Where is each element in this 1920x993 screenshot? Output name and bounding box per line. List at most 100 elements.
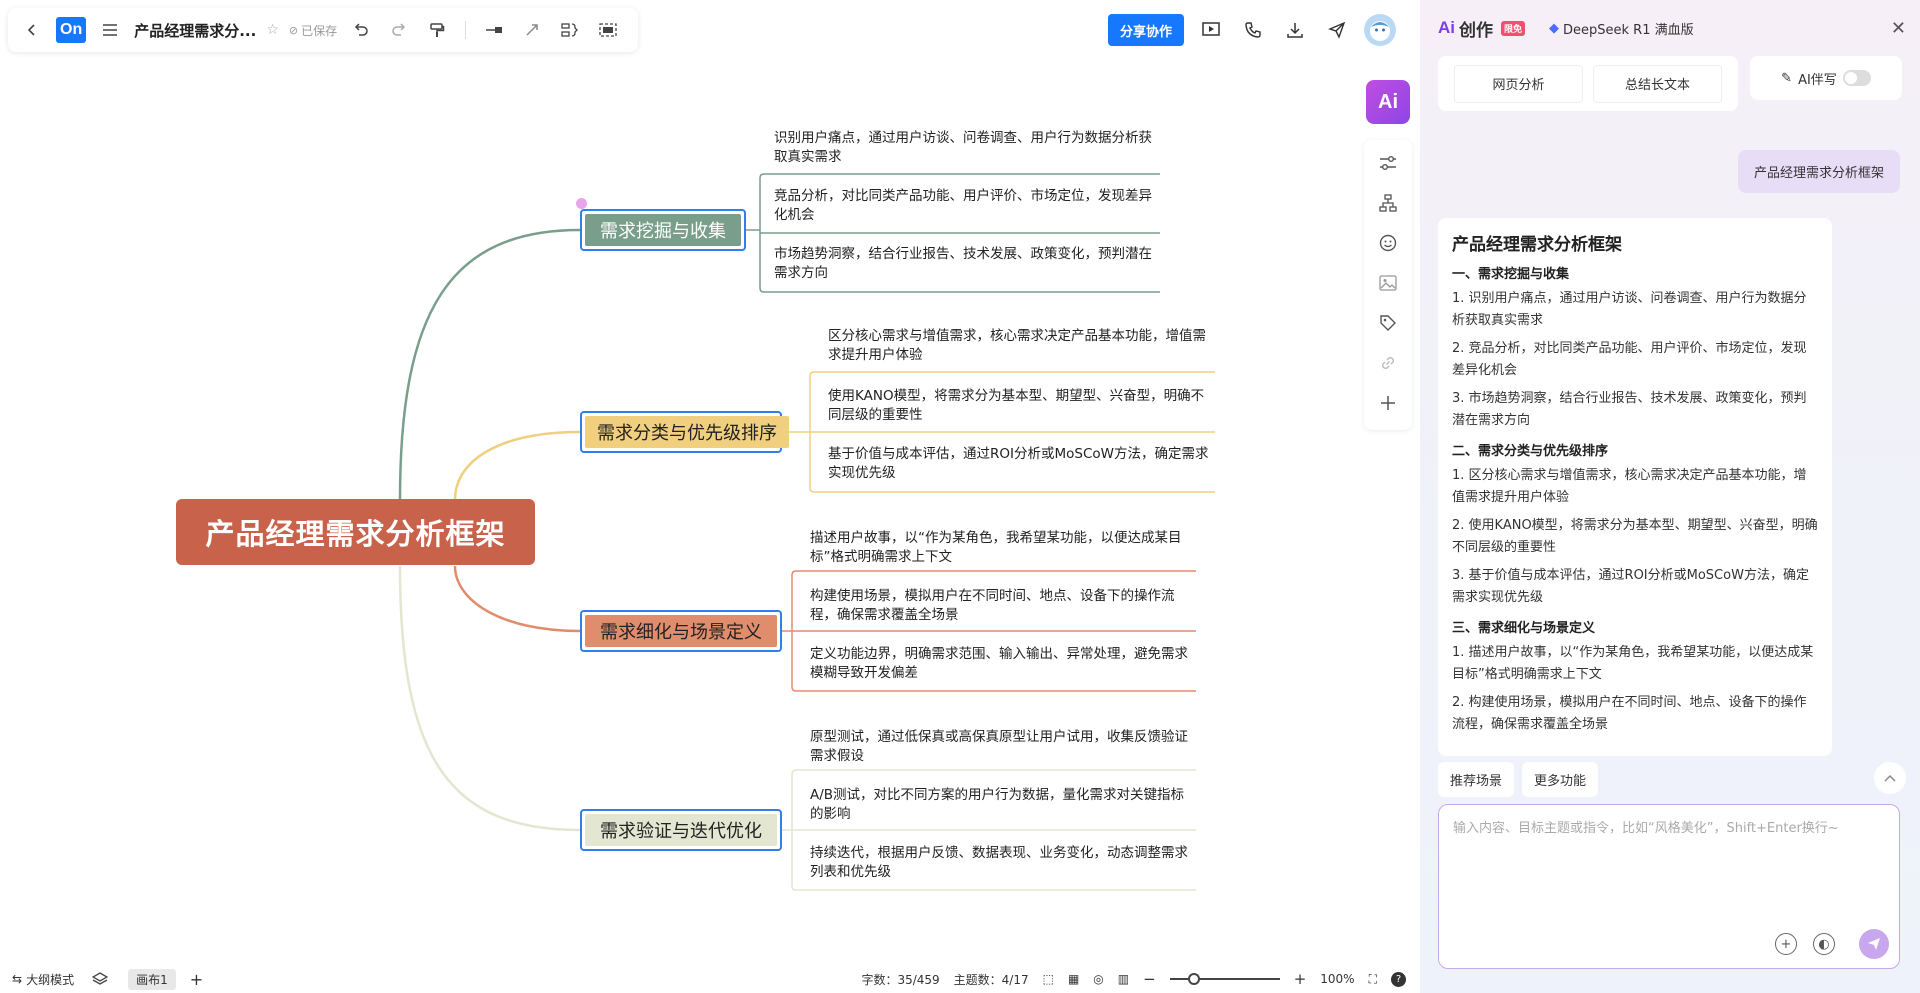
answer-section-heading: 二、需求分类与优先级排序 — [1452, 444, 1609, 459]
suggestion-chips: 推荐场景 更多功能 — [1438, 762, 1599, 797]
layers-icon[interactable] — [92, 972, 109, 986]
top-toolbar: On 产品经理需求分... ☆ ⊘ 已保存 — [8, 8, 638, 52]
topic-count: 主题数：4/17 — [953, 972, 1029, 987]
summarize-button[interactable]: 总结长文本 — [1593, 64, 1722, 103]
menu-icon[interactable] — [96, 16, 124, 44]
zoom-level[interactable]: 100% — [1320, 972, 1354, 986]
mindmap-root-node[interactable]: 产品经理需求分析框架 — [176, 499, 535, 565]
zoom-out-icon[interactable]: − — [1143, 970, 1156, 988]
branch-label-2: 需求分类与优先级排序 — [585, 416, 789, 448]
leaf-2-1[interactable]: 区分核心需求与增值需求，核心需求决定产品基本功能，增值需求提升用户体验 — [828, 327, 1215, 365]
plus-icon[interactable] — [1373, 388, 1403, 418]
prompt-input[interactable] — [1453, 817, 1887, 907]
present-icon[interactable] — [1196, 15, 1226, 45]
redo-icon[interactable] — [385, 16, 413, 44]
outline-mode-toggle[interactable]: ⇆ 大纲模式 — [12, 971, 74, 988]
arrow-line-icon[interactable] — [518, 16, 546, 44]
close-icon[interactable]: ✕ — [1891, 18, 1906, 39]
locate-icon[interactable]: ◎ — [1093, 972, 1103, 986]
send-button[interactable] — [1859, 929, 1889, 959]
outline-icon: ⇆ — [12, 972, 23, 986]
leaf-2-3[interactable]: 基于价值与成本评估，通过ROI分析或MoSCoW方法，确定需求实现优先级 — [828, 445, 1215, 483]
ai-assistant-button[interactable]: Ai — [1366, 80, 1410, 124]
answer-section-heading: 一、需求挖掘与收集 — [1452, 267, 1570, 282]
help-icon[interactable]: ? — [1391, 971, 1406, 987]
ai-write-toggle[interactable]: ✎ AI伴写 — [1750, 56, 1902, 100]
branch-node-3[interactable]: 需求细化与场景定义 — [580, 610, 782, 652]
answer-item: 2. 使用KANO模型，将需求分为基本型、期望型、兴奋型，明确不同层级的重要性 — [1452, 518, 1818, 555]
model-selector[interactable]: ◆ DeepSeek R1 满血版 — [1549, 19, 1694, 38]
user-message: 产品经理需求分析框架 — [1737, 150, 1900, 193]
ai-write-label: AI伴写 — [1798, 72, 1837, 88]
share-button[interactable]: 分享协作 — [1108, 14, 1185, 46]
emoji-icon[interactable] — [1373, 228, 1403, 258]
add-attachment-icon[interactable]: + — [1775, 933, 1797, 955]
fullscreen-icon[interactable]: ⛶ — [1369, 972, 1377, 987]
branch-label-3: 需求细化与场景定义 — [585, 615, 777, 647]
status-right: 字数：35/459 主题数：4/17 ⬚ ▦ ◎ ▥ − + 100% ⛶ ? — [861, 970, 1420, 988]
zoom-slider[interactable] — [1169, 973, 1280, 985]
answer-item: 3. 基于价值与成本评估，通过ROI分析或MoSCoW方法，确定需求实现优先级 — [1452, 568, 1809, 605]
add-canvas-icon[interactable]: + — [190, 970, 203, 989]
canvas-tab[interactable]: 画布1 — [128, 968, 176, 990]
deepseek-icon: ◆ — [1549, 20, 1560, 36]
link-icon[interactable] — [1373, 348, 1403, 378]
leaf-1-2[interactable]: 竞品分析，对比同类产品功能、用户评价、市场定位，发现差异化机会 — [774, 187, 1160, 225]
call-icon[interactable] — [1238, 15, 1268, 45]
leaf-3-2[interactable]: 构建使用场景，模拟用户在不同时间、地点、设备下的操作流程，确保需求覆盖全场景 — [810, 587, 1196, 625]
document-title[interactable]: 产品经理需求分... — [134, 20, 256, 41]
leaf-3-3[interactable]: 定义功能边界，明确需求范围、输入输出、异常处理，避免需求模糊导致开发偏差 — [810, 645, 1196, 683]
ai-brand-label: 创作 — [1459, 20, 1493, 41]
image-icon[interactable] — [1373, 268, 1403, 298]
zoom-in-icon[interactable]: + — [1294, 970, 1307, 988]
text-select-icon[interactable]: ⬚ — [1043, 972, 1054, 986]
web-analysis-button[interactable]: 网页分析 — [1454, 64, 1583, 103]
magic-wand-icon: ✎ — [1781, 70, 1793, 86]
leaf-2-2[interactable]: 使用KANO模型，将需求分为基本型、期望型、兴奋型，明确不同层级的重要性 — [828, 387, 1215, 425]
branch-label-1: 需求挖掘与收集 — [585, 214, 741, 246]
leaf-4-2[interactable]: A/B测试，对比不同方案的用户行为数据，量化需求对关键指标的影响 — [810, 786, 1196, 824]
back-icon[interactable] — [18, 16, 46, 44]
star-icon[interactable]: ☆ — [266, 22, 279, 38]
side-toolbar — [1364, 140, 1412, 430]
recommend-scenes-chip[interactable]: 推荐场景 — [1438, 762, 1515, 797]
download-icon[interactable] — [1280, 15, 1310, 45]
leaf-4-1[interactable]: 原型测试，通过低保真或高保真原型让用户试用，收集反馈验证需求假设 — [810, 728, 1196, 766]
connector-icon[interactable] — [480, 16, 508, 44]
map-icon[interactable]: ▥ — [1118, 972, 1129, 986]
branch-node-4[interactable]: 需求验证与迭代优化 — [580, 809, 782, 851]
word-count: 字数：35/459 — [861, 972, 940, 987]
leaf-3-1[interactable]: 描述用户故事，以“作为某角色，我希望某功能，以便达成某目标”格式明确需求上下文 — [810, 529, 1196, 567]
canvas-tab-wrap: 画布1 — [128, 968, 176, 990]
answer-title: 产品经理需求分析框架 — [1452, 235, 1622, 255]
leaf-1-3[interactable]: 市场趋势洞察，结合行业报告、技术发展、政策变化，预判潜在需求方向 — [774, 245, 1160, 283]
avatar[interactable] — [1364, 14, 1397, 46]
top-right-toolbar: 分享协作 — [1108, 14, 1397, 46]
answer-item: 2. 构建使用场景，模拟用户在不同时间、地点、设备下的操作流程，确保需求覆盖全场… — [1452, 695, 1807, 732]
voice-icon[interactable]: ◐ — [1813, 933, 1835, 955]
frame-select-icon[interactable] — [594, 16, 622, 44]
answer-item: 2. 竞品分析，对比同类产品功能、用户评价、市场定位，发现差异化机会 — [1452, 341, 1807, 378]
app-logo[interactable]: On — [56, 17, 87, 43]
layout-icon[interactable]: ▦ — [1068, 972, 1079, 986]
chevron-up-icon[interactable] — [1874, 762, 1906, 794]
org-chart-icon[interactable] — [1373, 188, 1403, 218]
tag-icon[interactable] — [1373, 308, 1403, 338]
format-painter-icon[interactable] — [423, 16, 451, 44]
answer-item: 3. 市场趋势洞察，结合行业报告、技术发展、政策变化，预判潜在需求方向 — [1452, 391, 1807, 428]
quick-actions: 网页分析 总结长文本 — [1438, 56, 1738, 111]
branch-label-4: 需求验证与迭代优化 — [585, 814, 777, 846]
ai-marker-icon[interactable] — [576, 198, 587, 209]
leaf-1-1[interactable]: 识别用户痛点，通过用户访谈、问卷调查、用户行为数据分析获取真实需求 — [774, 129, 1160, 167]
branch-node-1[interactable]: 需求挖掘与收集 — [580, 209, 746, 251]
mindmap-canvas[interactable]: 产品经理需求分析框架 需求挖掘与收集 识别用户痛点，通过用户访谈、问卷调查、用户… — [0, 60, 1420, 965]
leaf-4-3[interactable]: 持续迭代，根据用户反馈、数据表现、业务变化，动态调整需求列表和优先级 — [810, 844, 1196, 882]
model-label: DeepSeek R1 满血版 — [1563, 22, 1694, 38]
more-features-chip[interactable]: 更多功能 — [1522, 762, 1599, 797]
summary-brace-icon[interactable] — [556, 16, 584, 44]
ai-write-switch[interactable] — [1842, 70, 1871, 86]
branch-node-2[interactable]: 需求分类与优先级排序 — [580, 411, 789, 453]
undo-icon[interactable] — [347, 16, 375, 44]
sliders-icon[interactable] — [1373, 148, 1403, 178]
send-share-icon[interactable] — [1322, 15, 1352, 45]
